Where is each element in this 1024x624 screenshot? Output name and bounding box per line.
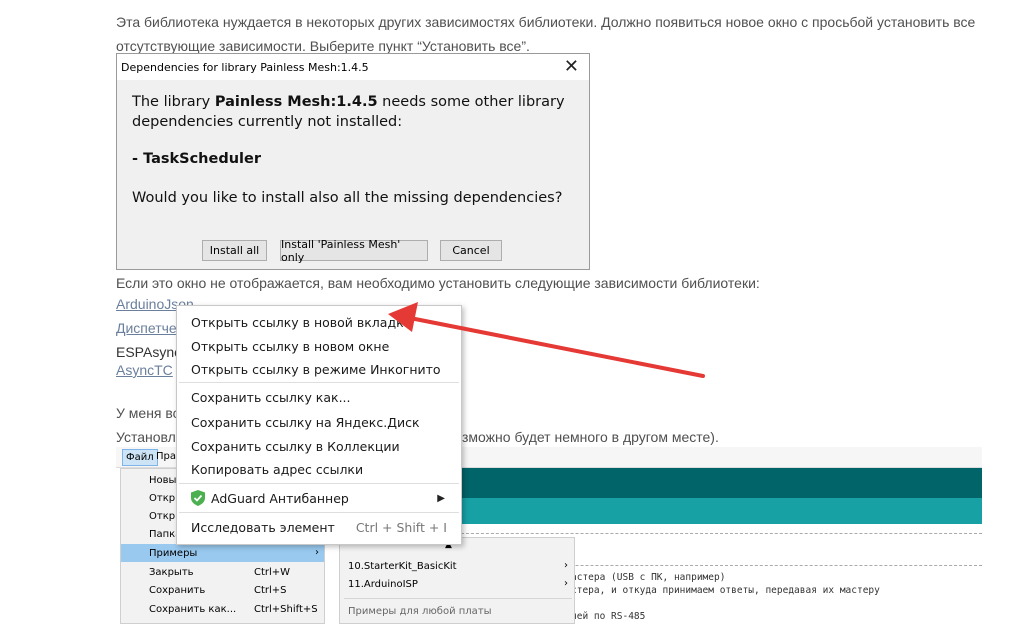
arrow-shaft: [408, 316, 705, 378]
red-arrow-annotation: [388, 302, 705, 378]
arrow-head: [388, 302, 418, 332]
